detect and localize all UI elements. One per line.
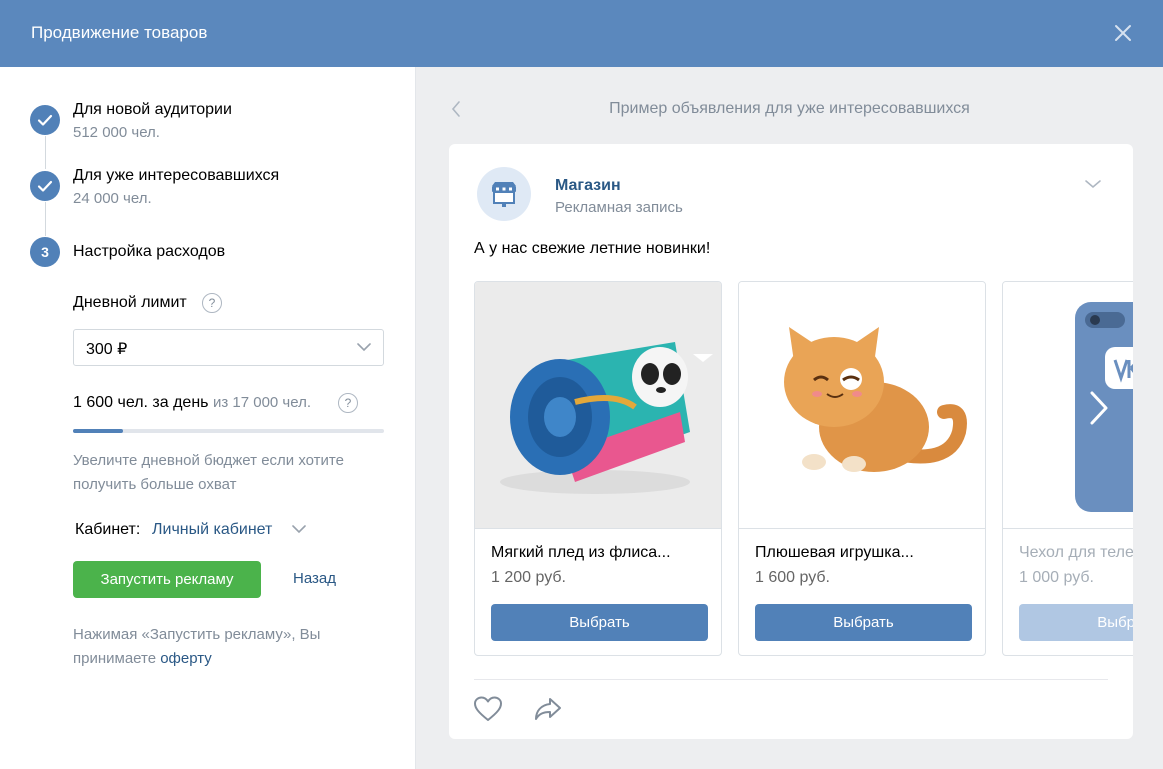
daily-limit-value: 300 ₽ (86, 341, 128, 358)
select-product-button[interactable]: Выбрать (755, 604, 972, 641)
shop-name[interactable]: Магазин (555, 177, 621, 195)
step-2-subtitle: 24 000 чел. (73, 190, 152, 207)
shop-avatar[interactable] (477, 167, 531, 221)
step-connector (45, 202, 46, 236)
chevron-down-icon (357, 343, 371, 352)
back-link[interactable]: Назад (293, 570, 336, 587)
product-name: Мягкий плед из флиса... (491, 544, 671, 561)
step-2-title: Для уже интересовавшихся (73, 167, 280, 184)
reach-estimate: 1 600 чел. за день из 17 000 чел. (73, 394, 311, 412)
reach-help-icon[interactable]: ? (338, 393, 358, 413)
step-3-title: Настройка расходов (73, 243, 226, 260)
reach-total: из 17 000 чел. (212, 394, 312, 411)
close-icon[interactable] (1110, 20, 1136, 46)
step-1-subtitle: 512 000 чел. (73, 124, 160, 141)
chevron-down-icon[interactable] (292, 525, 306, 534)
ad-post-card: Магазин Рекламная запись А у нас свежие … (449, 144, 1133, 739)
product-image-cat (739, 282, 985, 529)
launch-ad-button[interactable]: Запустить рекламу (73, 561, 261, 598)
shop-icon (492, 182, 516, 207)
product-price: 1 200 руб. (491, 569, 566, 586)
step-1-title: Для новой аудитории (73, 101, 232, 118)
reach-progress-bar (73, 429, 384, 433)
offer-link[interactable]: оферту (160, 650, 212, 667)
product-card[interactable]: Мягкий плед из флиса... 1 200 руб. Выбра… (474, 281, 722, 656)
product-price: 1 000 руб. (1019, 569, 1094, 586)
daily-limit-help-icon[interactable]: ? (202, 293, 222, 313)
product-price: 1 600 руб. (755, 569, 830, 586)
product-card[interactable]: Чехол для телефона... 1 000 руб. Выбрать (1002, 281, 1133, 656)
step-connector (45, 136, 46, 169)
cabinet-label: Кабинет: (75, 521, 141, 538)
select-product-button[interactable]: Выбрать (491, 604, 708, 641)
divider (474, 679, 1108, 680)
heart-icon[interactable] (473, 695, 503, 723)
reach-daily: 1 600 чел. за день (73, 394, 209, 411)
daily-limit-select[interactable]: 300 ₽ (73, 329, 384, 366)
modal-header: Продвижение товаров (0, 0, 1163, 67)
step-3-number: 3 (30, 237, 60, 267)
preview-title: Пример объявления для уже интересовавших… (609, 100, 970, 117)
share-icon[interactable] (533, 695, 563, 723)
product-name: Плюшевая игрушка... (755, 544, 914, 561)
post-text: А у нас свежие летние новинки! (474, 240, 711, 257)
step-1-check-icon (30, 105, 60, 135)
product-image-phone-case (1003, 282, 1133, 529)
shop-subtitle: Рекламная запись (555, 199, 683, 216)
chevron-down-icon[interactable] (1084, 179, 1102, 189)
cabinet-select[interactable]: Личный кабинет (152, 521, 272, 539)
product-name: Чехол для телефона... (1019, 544, 1133, 561)
product-image-blanket (475, 282, 721, 529)
select-product-button[interactable]: Выбрать (1019, 604, 1133, 641)
budget-hint: Увеличте дневной бюджет если хотите полу… (73, 452, 344, 493)
chevron-right-icon[interactable] (1086, 389, 1112, 427)
step-2-check-icon (30, 171, 60, 201)
product-card[interactable]: Плюшевая игрушка... 1 600 руб. Выбрать (738, 281, 986, 656)
modal-title: Продвижение товаров (31, 23, 208, 42)
reach-progress-fill (73, 429, 123, 433)
daily-limit-label: Дневной лимит (73, 294, 187, 311)
terms-text: Нажимая «Запустить рекламу», Вы принимае… (73, 623, 393, 671)
